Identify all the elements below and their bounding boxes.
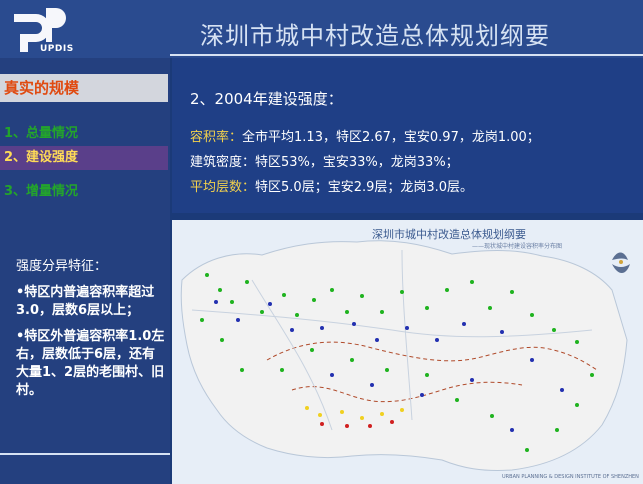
- bottom-divider: [0, 453, 170, 455]
- shenzhen-map: 深圳市城中村改造总体规划纲要 ——现状城中村建设容积率分布图 URBAN PLA…: [172, 220, 643, 484]
- title-underline: [170, 54, 643, 56]
- main-heading: 2、2004年建设强度：: [190, 90, 343, 108]
- map-subtitle: ——现状城中村建设容积率分布图: [472, 242, 562, 250]
- map-panel: 深圳市城中村改造总体规划纲要 ——现状城中村建设容积率分布图 URBAN PLA…: [172, 220, 643, 484]
- logo-text: UPDIS: [40, 44, 74, 54]
- notes-title: 强度分异特征：: [16, 259, 108, 274]
- far-text: 全市平均1.13，特区2.67，宝安0.97，龙岗1.00；: [242, 130, 540, 145]
- note-1: •特区内普遍容积率超过3.0，层数6层以上；: [16, 285, 155, 318]
- map-title: 深圳市城中村改造总体规划纲要: [372, 227, 526, 241]
- floors-line: 平均层数：特区5.0层；宝安2.9层；龙岗3.0层。: [190, 176, 473, 195]
- page-title: 深圳市城中村改造总体规划纲要: [200, 22, 550, 50]
- nav-item-increment[interactable]: 3、增量情况: [4, 180, 78, 199]
- intensity-notes: 强度分异特征： •特区内普遍容积率超过3.0，层数6层以上； •特区外普遍容积率…: [16, 258, 166, 408]
- nav-item-total[interactable]: 1、总量情况: [4, 122, 78, 141]
- density-text: 建筑密度：特区53%，宝安33%，龙岗33%；: [190, 155, 459, 170]
- section-title: 真实的规模: [0, 74, 168, 102]
- floors-key: 平均层数：: [190, 180, 256, 195]
- nav-item-intensity[interactable]: 2、建设强度: [0, 146, 168, 170]
- far-key: 容积率：: [190, 130, 243, 145]
- map-footer: URBAN PLANNING & DESIGN INSTITUTE OF SHE…: [502, 474, 639, 480]
- note-2: •特区外普遍容积率1.0左右，层数低于6层，还有大量1、2层的老围村、旧村。: [16, 329, 165, 398]
- far-line: 容积率：全市平均1.13，特区2.67，宝安0.97，龙岗1.00；: [190, 126, 540, 145]
- updis-logo: UPDIS: [8, 6, 73, 54]
- left-panel: [0, 0, 170, 484]
- density-line: 建筑密度：特区53%，宝安33%，龙岗33%；: [190, 151, 459, 170]
- floors-text: 特区5.0层；宝安2.9层；龙岗3.0层。: [255, 180, 474, 195]
